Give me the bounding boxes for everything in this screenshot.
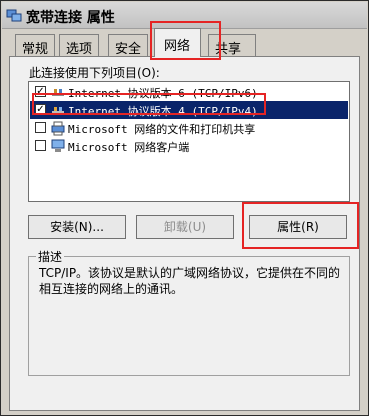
network-client-label: Microsoft 网络客户端	[68, 141, 190, 154]
properties-button-highlight	[242, 202, 359, 249]
network-client-checkbox[interactable]	[35, 140, 46, 151]
ipv4-highlight	[32, 93, 266, 115]
description-title: 描述	[36, 248, 65, 265]
network-tab-highlight	[150, 21, 221, 60]
items-label: 此连接使用下列项目(O):	[29, 66, 160, 80]
tab-options[interactable]: 选项	[59, 34, 100, 57]
network-client-icon	[51, 139, 65, 152]
tab-general[interactable]: 常规	[15, 34, 56, 57]
uninstall-button[interactable]: 卸载(U)	[136, 215, 234, 239]
list-item-network-client[interactable]: Microsoft 网络客户端	[30, 137, 348, 155]
tab-security[interactable]: 安全	[108, 34, 149, 57]
list-item-file-printer-sharing[interactable]: Microsoft 网络的文件和打印机共享	[30, 119, 348, 137]
network-connection-icon	[6, 9, 22, 22]
file-printer-sharing-icon	[51, 121, 65, 136]
description-text: TCP/IP。该协议是默认的广域网络协议，它提供在不同的相互连接的网络上的通讯。	[39, 266, 341, 296]
window-title: 宽带连接 属性	[26, 10, 115, 26]
install-button[interactable]: 安装(N)...	[28, 215, 126, 239]
file-printer-sharing-checkbox[interactable]	[35, 122, 46, 133]
properties-window: 宽带连接 属性 常规 选项 安全 网络 共享 此连接使用下列项目(O): ✓ I…	[0, 0, 369, 416]
file-printer-sharing-label: Microsoft 网络的文件和打印机共享	[68, 123, 256, 136]
